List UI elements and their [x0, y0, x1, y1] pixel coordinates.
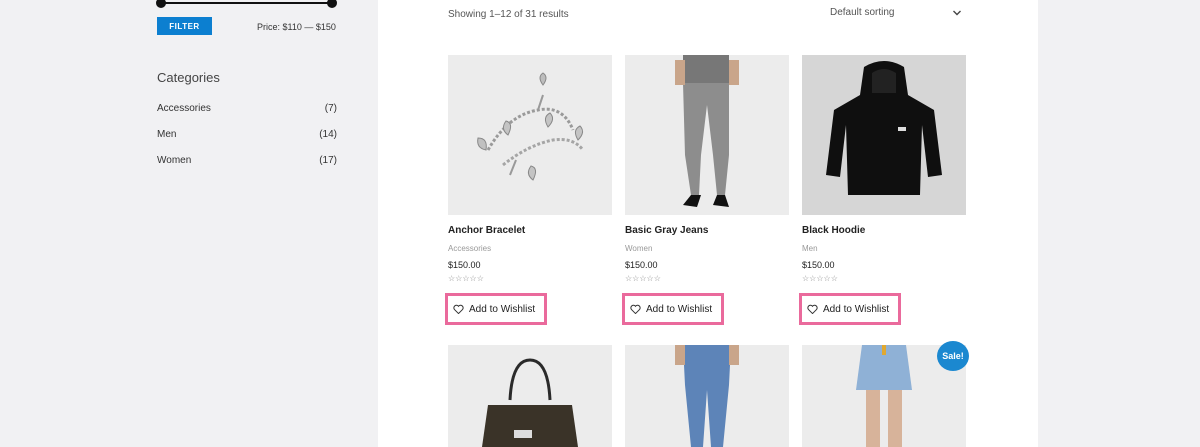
category-name[interactable]: Women [157, 155, 191, 166]
product-card[interactable]: Anchor Bracelet Accessories $150.00 ☆☆☆☆… [445, 55, 612, 325]
category-item-women[interactable]: Women (17) [157, 155, 337, 166]
categories-heading: Categories [157, 70, 220, 85]
category-name[interactable]: Accessories [157, 103, 211, 114]
add-to-wishlist-button[interactable]: Add to Wishlist [799, 293, 902, 325]
category-item-men[interactable]: Men (14) [157, 129, 337, 140]
product-card[interactable]: Black Hoodie Men $150.00 ☆☆☆☆☆ Add to Wi… [799, 55, 966, 325]
category-count: (17) [319, 155, 337, 166]
product-price: $150.00 [625, 260, 658, 270]
category-item-accessories[interactable]: Accessories (7) [157, 103, 337, 114]
wishlist-label: Add to Wishlist [823, 303, 890, 315]
price-range-label: Price: $110 — $150 [257, 22, 336, 32]
hoodie-image [802, 55, 966, 215]
product-category[interactable]: Accessories [448, 244, 491, 253]
add-to-wishlist-button[interactable]: Add to Wishlist [445, 293, 548, 325]
product-image-blue-jeans[interactable] [625, 345, 789, 447]
product-category[interactable]: Women [625, 244, 652, 253]
category-name[interactable]: Men [157, 129, 176, 140]
heart-icon [630, 304, 641, 314]
product-image-handbag[interactable] [448, 345, 612, 447]
product-name[interactable]: Anchor Bracelet [448, 225, 525, 236]
rating-stars: ☆☆☆☆☆ [625, 274, 661, 283]
sidebar: FILTER Price: $110 — $150 Categories Acc… [0, 0, 378, 447]
heart-icon [453, 304, 464, 314]
product-category[interactable]: Men [802, 244, 818, 253]
wishlist-label: Add to Wishlist [469, 303, 536, 315]
blue-jeans-image [625, 345, 789, 447]
product-card[interactable] [448, 345, 612, 447]
category-count: (7) [324, 103, 337, 114]
rating-stars: ☆☆☆☆☆ [448, 274, 484, 283]
price-slider-min-handle[interactable] [156, 0, 166, 8]
product-price: $150.00 [448, 260, 481, 270]
sorting-label: Default sorting [830, 7, 895, 18]
price-slider-max-handle[interactable] [327, 0, 337, 8]
heart-icon [807, 304, 818, 314]
product-image-hoodie[interactable] [802, 55, 966, 215]
price-slider[interactable] [156, 0, 337, 8]
product-card[interactable] [625, 345, 789, 447]
product-card[interactable]: Basic Gray Jeans Women $150.00 ☆☆☆☆☆ Add… [622, 55, 789, 325]
chevron-down-icon [953, 10, 961, 15]
sale-badge: Sale! [937, 341, 969, 371]
handbag-image [448, 345, 612, 447]
jeans-image [625, 55, 789, 215]
product-price: $150.00 [802, 260, 835, 270]
sorting-select[interactable]: Default sorting [830, 7, 962, 18]
product-image-jeans[interactable] [625, 55, 789, 215]
product-name[interactable]: Basic Gray Jeans [625, 225, 708, 236]
rating-stars: ☆☆☆☆☆ [802, 274, 838, 283]
bracelet-image [448, 55, 612, 215]
results-count: Showing 1–12 of 31 results [448, 9, 569, 20]
category-count: (14) [319, 129, 337, 140]
right-margin [1038, 0, 1200, 447]
product-name[interactable]: Black Hoodie [802, 225, 865, 236]
product-image-bracelet[interactable] [448, 55, 612, 215]
product-grid-area: Showing 1–12 of 31 results Default sorti… [378, 0, 1038, 447]
filter-button[interactable]: FILTER [157, 17, 212, 35]
add-to-wishlist-button[interactable]: Add to Wishlist [622, 293, 725, 325]
wishlist-label: Add to Wishlist [646, 303, 713, 315]
